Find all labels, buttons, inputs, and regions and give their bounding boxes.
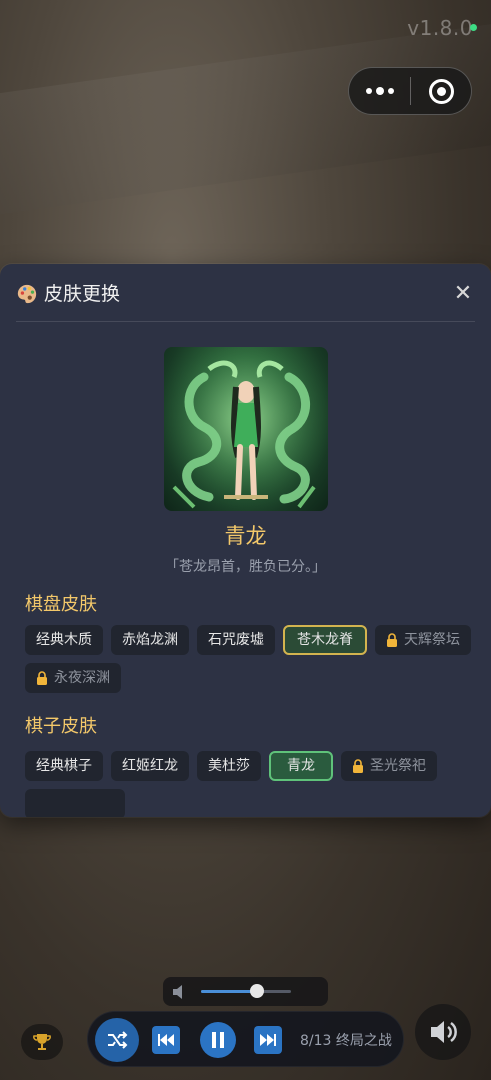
next-track-button[interactable]: [254, 1026, 282, 1054]
lock-icon: [387, 633, 397, 647]
board-skin-option[interactable]: 赤焰龙渊: [111, 625, 189, 655]
board-skin-label: 苍木龙脊: [297, 632, 353, 648]
panel-header: 皮肤更换 ✕: [16, 280, 475, 322]
sound-toggle-button[interactable]: [415, 1004, 471, 1060]
board-skin-option-selected[interactable]: 苍木龙脊: [283, 625, 367, 655]
piece-skin-label: 圣光祭祀: [370, 758, 426, 774]
miniprogram-capsule: [348, 67, 472, 115]
board-skin-label: 经典木质: [36, 632, 92, 648]
palette-icon: [17, 284, 37, 304]
board-skin-list: 经典木质 赤焰龙渊 石咒废墟 苍木龙脊 天辉祭坛 永夜深渊: [25, 625, 481, 693]
previous-icon: [158, 1034, 174, 1046]
piece-skin-option[interactable]: 红姬红龙: [111, 751, 189, 781]
previous-track-button[interactable]: [152, 1026, 180, 1054]
piece-skin-option[interactable]: 经典棋子: [25, 751, 103, 781]
skin-preview-image: [164, 347, 328, 511]
volume-slider[interactable]: [201, 984, 291, 998]
current-skin-name: 青龙: [224, 524, 267, 548]
board-skin-option[interactable]: 经典木质: [25, 625, 103, 655]
volume-icon[interactable]: [171, 984, 189, 1000]
current-skin-quote: 「苍龙昂首，胜负已分。」: [165, 559, 326, 575]
piece-skin-option[interactable]: 美杜莎: [197, 751, 261, 781]
music-player-bar: 8/13 终局之战: [87, 1011, 404, 1067]
panel-title: 皮肤更换: [44, 283, 121, 305]
piece-skin-label: 经典棋子: [36, 758, 92, 774]
volume-fill: [201, 990, 257, 993]
shuffle-button[interactable]: [95, 1018, 139, 1062]
board-skin-option[interactable]: 石咒废墟: [197, 625, 275, 655]
piece-skin-option-locked[interactable]: 圣光祭祀: [341, 751, 437, 781]
shuffle-icon: [108, 1031, 128, 1049]
trophy-icon: [33, 1034, 51, 1050]
status-dot: [470, 24, 477, 31]
more-dots-icon[interactable]: [349, 68, 410, 114]
pause-button[interactable]: [200, 1022, 236, 1058]
board-skin-option-locked[interactable]: 永夜深渊: [25, 663, 121, 693]
lock-icon: [353, 759, 363, 773]
board-skin-label: 永夜深渊: [54, 670, 110, 686]
piece-skin-option-selected[interactable]: 青龙: [269, 751, 333, 781]
board-skin-label: 赤焰龙渊: [122, 632, 178, 648]
background-texture: [0, 21, 491, 219]
piece-skin-list: 经典棋子 红姬红龙 美杜莎 青龙 圣光祭祀: [25, 751, 481, 817]
piece-skin-label: 红姬红龙: [122, 758, 178, 774]
next-icon: [260, 1034, 276, 1046]
board-skin-label: 天辉祭坛: [404, 632, 460, 648]
board-skin-section-title: 棋盘皮肤: [25, 594, 97, 615]
piece-skin-label: 青龙: [287, 758, 315, 774]
speaker-icon: [431, 1021, 457, 1043]
track-info: 8/13 终局之战: [300, 1033, 392, 1049]
volume-knob[interactable]: [249, 984, 264, 998]
version-label: v1.8.0: [407, 16, 473, 40]
trophy-button[interactable]: [21, 1024, 63, 1060]
piece-skin-option-locked-partial[interactable]: [25, 789, 125, 817]
piece-skin-label: 美杜莎: [208, 758, 250, 774]
pause-icon: [212, 1032, 224, 1048]
board-skin-option-locked[interactable]: 天辉祭坛: [375, 625, 471, 655]
piece-skin-section-title: 棋子皮肤: [25, 716, 97, 737]
close-icon[interactable]: ✕: [451, 282, 475, 306]
lock-icon: [37, 671, 47, 685]
volume-control: [163, 977, 328, 1006]
target-close-icon[interactable]: [411, 68, 471, 114]
skin-change-panel: 皮肤更换 ✕ 青龙 「苍龙昂首，胜负已分。」 棋盘皮肤 经典木质 赤焰龙渊 石咒…: [0, 264, 491, 817]
board-skin-label: 石咒废墟: [208, 632, 264, 648]
